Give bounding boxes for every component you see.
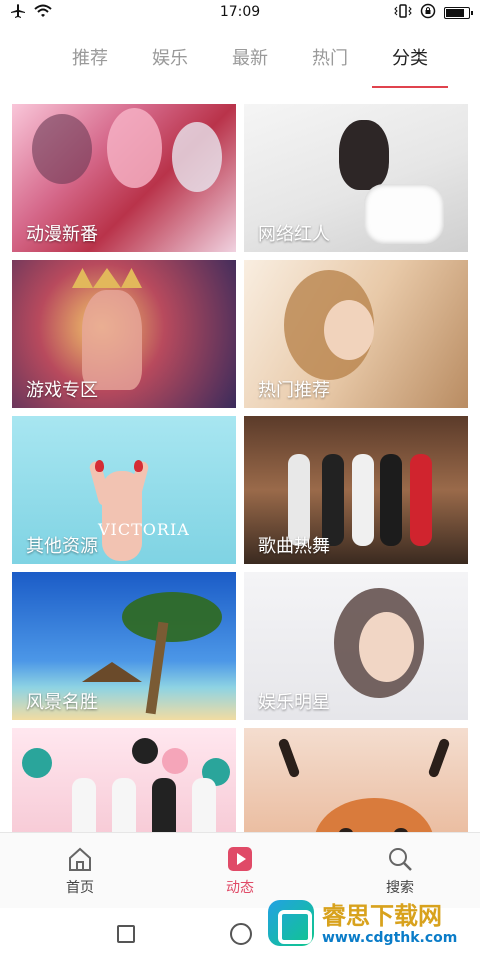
nav-search[interactable]: 搜索 (360, 839, 440, 903)
recent-apps-button[interactable] (117, 925, 136, 943)
antler-art (277, 737, 301, 779)
category-tile-scenery[interactable]: 风景名胜 (12, 572, 236, 720)
person-figure (192, 778, 216, 832)
tab-recommend[interactable]: 推荐 (60, 36, 120, 88)
balloon-art (162, 748, 188, 774)
category-tile-group-photo[interactable] (12, 728, 236, 832)
person-figure (112, 778, 136, 832)
tab-categories[interactable]: 分类 (372, 36, 448, 88)
battery-icon (444, 7, 473, 19)
category-tile-games[interactable]: 游戏专区 (12, 260, 236, 408)
portrait-art (324, 300, 374, 360)
system-navigation-bar (0, 908, 480, 960)
anime-character-art (107, 108, 162, 188)
game-character-art (82, 290, 142, 390)
category-label: 热门推荐 (258, 380, 330, 401)
balloon-art (22, 748, 52, 778)
category-tile-influencers[interactable]: 网络红人 (244, 104, 468, 252)
home-icon (66, 845, 94, 873)
airplane-icon (10, 3, 26, 23)
nail-art (134, 460, 143, 472)
tab-hot[interactable]: 热门 (300, 36, 360, 88)
nav-feed[interactable]: 动态 (200, 839, 280, 903)
play-icon (226, 845, 254, 873)
palm-tree-art (122, 592, 222, 642)
wifi-icon (34, 4, 52, 22)
category-tile-anime[interactable]: 动漫新番 (12, 104, 236, 252)
status-left (10, 3, 52, 23)
anime-character-art (32, 114, 92, 184)
status-right (394, 3, 473, 23)
category-label: 娱乐明星 (258, 692, 330, 713)
rotation-lock-icon (420, 3, 436, 23)
battery-fill (446, 9, 464, 17)
nav-search-label: 搜索 (386, 879, 414, 896)
category-label: 动漫新番 (26, 224, 98, 245)
vibrate-icon (394, 4, 412, 22)
nav-feed-label: 动态 (226, 879, 254, 896)
bottom-navigation: 首页 动态 搜索 (0, 832, 480, 908)
category-label: 歌曲热舞 (258, 536, 330, 557)
anime-character-art (172, 122, 222, 192)
category-tile-other[interactable]: VICTORIA 其他资源 (12, 416, 236, 564)
balloon-art (132, 738, 158, 764)
portrait-art (364, 184, 444, 244)
cat-head-art (314, 798, 434, 832)
category-label: 其他资源 (26, 536, 98, 557)
beach-umbrella-art (82, 662, 142, 682)
portrait-art (339, 120, 389, 190)
category-label: 风景名胜 (26, 692, 98, 713)
category-label: 网络红人 (258, 224, 330, 245)
tab-latest[interactable]: 最新 (220, 36, 280, 88)
category-grid: 动漫新番 网络红人 游戏专区 热门推荐 VICTORIA 其他资源 歌曲热舞 风… (12, 104, 468, 832)
hand-art (102, 471, 142, 561)
dancer-figure (352, 454, 374, 546)
nav-home[interactable]: 首页 (40, 839, 120, 903)
search-icon (386, 845, 414, 873)
category-tabs: 推荐 娱乐 最新 热门 分类 (60, 36, 448, 88)
tab-entertainment[interactable]: 娱乐 (140, 36, 200, 88)
nav-home-label: 首页 (66, 879, 94, 896)
antler-art (427, 737, 451, 779)
person-figure (72, 778, 96, 832)
dancer-figure (380, 454, 402, 546)
category-tile-dance[interactable]: 歌曲热舞 (244, 416, 468, 564)
category-tile-hot-picks[interactable]: 热门推荐 (244, 260, 468, 408)
category-tile-celebrities[interactable]: 娱乐明星 (244, 572, 468, 720)
dancer-figure (410, 454, 432, 546)
category-tile-cat[interactable] (244, 728, 468, 832)
victoria-brand-text: VICTORIA (98, 520, 190, 539)
home-system-button[interactable] (229, 923, 252, 945)
person-figure (152, 778, 176, 832)
nail-art (95, 460, 104, 472)
portrait-art (359, 612, 414, 682)
status-bar: 17:09 (0, 0, 480, 26)
category-label: 游戏专区 (26, 380, 98, 401)
game-character-art (72, 268, 142, 288)
